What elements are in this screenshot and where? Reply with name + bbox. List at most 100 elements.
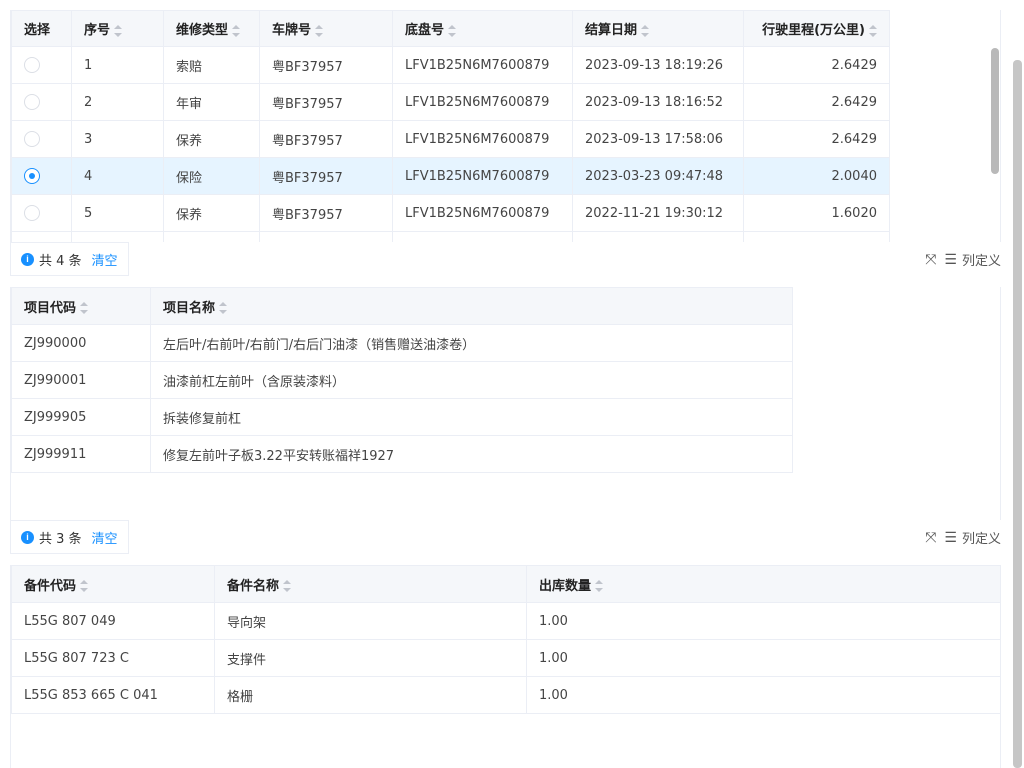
row-select-cell[interactable] bbox=[11, 120, 72, 158]
parts-table: 备件代码 备件名称 出库数量 L55G 807 049 导向架 1.00 L55… bbox=[11, 565, 1001, 714]
mileage-cell: 2.6429 bbox=[743, 83, 890, 121]
seq-cell: 1 bbox=[71, 46, 164, 84]
type-cell: 保险 bbox=[163, 157, 260, 195]
project-items-table: 项目代码 项目名称 ZJ990000 左后叶/右前叶/右前门/右后门油漆（销售赠… bbox=[11, 287, 793, 473]
seq-cell: 3 bbox=[71, 120, 164, 158]
table-row[interactable]: L55G 807 723 C 支撑件 1.00 bbox=[11, 639, 1001, 677]
part-name-cell: 格栅 bbox=[214, 676, 527, 714]
row-radio[interactable] bbox=[24, 94, 40, 110]
sort-icon[interactable] bbox=[80, 580, 89, 592]
table-scrollbar[interactable] bbox=[990, 10, 1000, 242]
fullscreen-icon[interactable]: ⤧ bbox=[925, 530, 936, 546]
parts-toolbar: i 共 3 条 清空 ⤧ ☰ 列定义 bbox=[10, 520, 1001, 554]
sort-icon[interactable] bbox=[641, 24, 650, 37]
parts-count-box: i 共 3 条 清空 bbox=[10, 520, 129, 554]
col-header-mileage[interactable]: 行驶里程(万公里) bbox=[743, 10, 890, 47]
plate-cell: 粤BF37957 bbox=[259, 157, 393, 195]
sort-icon[interactable] bbox=[219, 302, 228, 314]
vehicle-records-table: 选择 序号 维修类型 车牌号 底盘号 结算日期 行驶里程(万公里) 1 索赔 粤… bbox=[11, 10, 890, 242]
vin-cell: LFV1B25N6M7600879 bbox=[392, 120, 573, 158]
table-row[interactable]: ZJ990000 左后叶/右前叶/右前门/右后门油漆（销售赠送油漆卷） bbox=[11, 324, 793, 362]
project-tools: ⤧ ☰ 列定义 bbox=[925, 250, 1001, 270]
sort-icon[interactable] bbox=[80, 302, 89, 314]
vin-cell: LFV1B25N6M7600879 bbox=[392, 157, 573, 195]
table-row[interactable]: L55G 853 665 C 041 格栅 1.00 bbox=[11, 676, 1001, 714]
col-header-type[interactable]: 维修类型 bbox=[163, 10, 260, 47]
parts-tools: ⤧ ☰ 列定义 bbox=[925, 528, 1001, 548]
col-header-project-name[interactable]: 项目名称 bbox=[150, 287, 793, 325]
date-cell: 2023-03-23 09:47:48 bbox=[572, 157, 744, 195]
sort-icon[interactable] bbox=[283, 580, 292, 592]
column-def-button[interactable]: 列定义 bbox=[962, 250, 1001, 269]
col-header-project-code[interactable]: 项目代码 bbox=[11, 287, 151, 325]
row-select-cell[interactable] bbox=[11, 83, 72, 121]
sort-icon[interactable] bbox=[232, 24, 241, 37]
sort-icon[interactable] bbox=[869, 24, 877, 37]
part-name-cell: 支撑件 bbox=[214, 639, 527, 677]
page-scrollbar[interactable] bbox=[1013, 60, 1022, 768]
info-icon: i bbox=[21, 252, 34, 266]
project-items-panel: 项目代码 项目名称 ZJ990000 左后叶/右前叶/右前门/右后门油漆（销售赠… bbox=[10, 287, 1001, 520]
project-code-cell: ZJ990001 bbox=[11, 361, 151, 399]
vehicle-records-panel: 选择 序号 维修类型 车牌号 底盘号 结算日期 行驶里程(万公里) 1 索赔 粤… bbox=[10, 10, 1001, 242]
vin-cell: LFV1B25N6M7600879 bbox=[392, 46, 573, 84]
table-row[interactable]: ZJ999905 拆装修复前杠 bbox=[11, 398, 793, 436]
table-row[interactable]: 5 保养 粤BF37957 LFV1B25N6M7600879 2022-11-… bbox=[11, 194, 890, 232]
table-scroll-thumb[interactable] bbox=[991, 48, 999, 174]
project-toolbar: i 共 4 条 清空 ⤧ ☰ 列定义 bbox=[10, 242, 1001, 276]
type-cell: 年审 bbox=[163, 83, 260, 121]
seq-cell: 4 bbox=[71, 157, 164, 195]
sort-icon[interactable] bbox=[595, 580, 604, 592]
list-icon[interactable]: ☰ bbox=[944, 252, 957, 268]
column-def-button[interactable]: 列定义 bbox=[962, 528, 1001, 547]
out-qty-cell: 1.00 bbox=[526, 676, 1001, 714]
col-header-plate[interactable]: 车牌号 bbox=[259, 10, 393, 47]
table-row-selected[interactable]: 4 保险 粤BF37957 LFV1B25N6M7600879 2023-03-… bbox=[11, 157, 890, 195]
row-radio[interactable] bbox=[24, 57, 40, 73]
project-name-cell: 修复左前叶子板3.22平安转账福祥1927 bbox=[150, 435, 793, 473]
col-header-part-code[interactable]: 备件代码 bbox=[11, 565, 215, 603]
col-header-out-qty[interactable]: 出库数量 bbox=[526, 565, 1001, 603]
fullscreen-icon[interactable]: ⤧ bbox=[925, 252, 936, 268]
project-code-cell: ZJ990000 bbox=[11, 324, 151, 362]
parts-clear-link[interactable]: 清空 bbox=[92, 528, 118, 547]
project-name-cell: 拆装修复前杠 bbox=[150, 398, 793, 436]
sort-icon[interactable] bbox=[315, 24, 324, 37]
table-row[interactable]: 2 年审 粤BF37957 LFV1B25N6M7600879 2023-09-… bbox=[11, 83, 890, 121]
list-icon[interactable]: ☰ bbox=[944, 530, 957, 546]
table-row bbox=[11, 231, 890, 242]
part-code-cell: L55G 807 723 C bbox=[11, 639, 215, 677]
sort-icon[interactable] bbox=[448, 24, 457, 37]
table-row[interactable]: L55G 807 049 导向架 1.00 bbox=[11, 602, 1001, 640]
row-select-cell[interactable] bbox=[11, 194, 72, 232]
mileage-cell: 2.0040 bbox=[743, 157, 890, 195]
out-qty-cell: 1.00 bbox=[526, 602, 1001, 640]
table-row[interactable]: 3 保养 粤BF37957 LFV1B25N6M7600879 2023-09-… bbox=[11, 120, 890, 158]
date-cell: 2023-09-13 18:19:26 bbox=[572, 46, 744, 84]
col-header-select: 选择 bbox=[11, 10, 72, 47]
row-select-cell[interactable] bbox=[11, 46, 72, 84]
table-row[interactable]: ZJ990001 油漆前杠左前叶（含原装漆料） bbox=[11, 361, 793, 399]
col-header-seq[interactable]: 序号 bbox=[71, 10, 164, 47]
row-radio[interactable] bbox=[24, 131, 40, 147]
table-row[interactable]: 1 索赔 粤BF37957 LFV1B25N6M7600879 2023-09-… bbox=[11, 46, 890, 84]
plate-cell: 粤BF37957 bbox=[259, 194, 393, 232]
project-count-box: i 共 4 条 清空 bbox=[10, 242, 129, 276]
vin-cell: LFV1B25N6M7600879 bbox=[392, 83, 573, 121]
row-radio[interactable] bbox=[24, 205, 40, 221]
col-header-part-name[interactable]: 备件名称 bbox=[214, 565, 527, 603]
part-code-cell: L55G 853 665 C 041 bbox=[11, 676, 215, 714]
row-radio-checked[interactable] bbox=[24, 168, 40, 184]
table-row[interactable]: ZJ999911 修复左前叶子板3.22平安转账福祥1927 bbox=[11, 435, 793, 473]
row-select-cell[interactable] bbox=[11, 157, 72, 195]
part-code-cell: L55G 807 049 bbox=[11, 602, 215, 640]
col-header-vin[interactable]: 底盘号 bbox=[392, 10, 573, 47]
date-cell: 2022-11-21 19:30:12 bbox=[572, 194, 744, 232]
info-icon: i bbox=[21, 530, 34, 544]
col-header-date[interactable]: 结算日期 bbox=[572, 10, 744, 47]
seq-cell: 5 bbox=[71, 194, 164, 232]
part-name-cell: 导向架 bbox=[214, 602, 527, 640]
plate-cell: 粤BF37957 bbox=[259, 46, 393, 84]
sort-icon[interactable] bbox=[114, 24, 123, 37]
project-clear-link[interactable]: 清空 bbox=[92, 250, 118, 269]
